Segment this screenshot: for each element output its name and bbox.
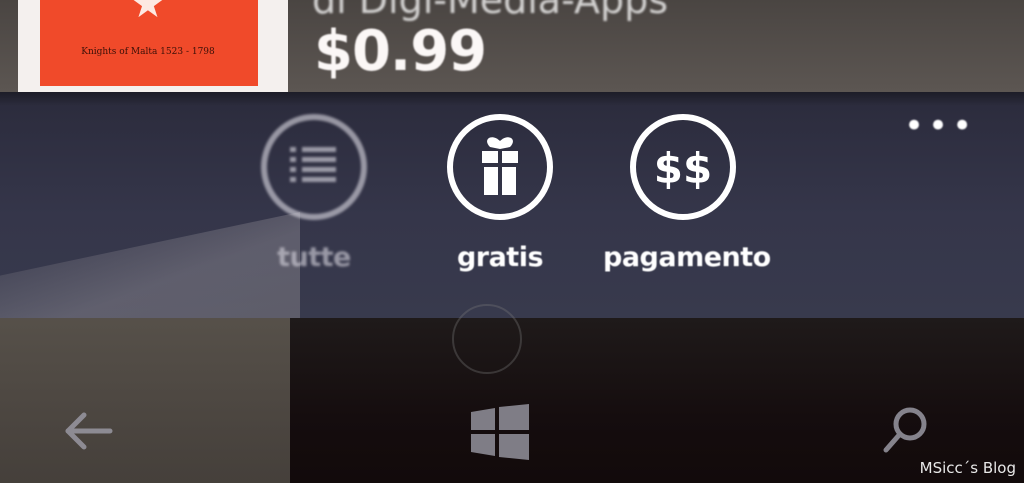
back-button[interactable]	[56, 406, 120, 456]
app-price: $0.99	[314, 19, 487, 84]
app-bar-shadow	[0, 92, 1024, 106]
filter-all-button[interactable]: tutte	[234, 114, 394, 284]
list-icon	[261, 114, 367, 220]
filter-free-button[interactable]: gratis	[420, 114, 580, 284]
camera-lens	[452, 304, 522, 374]
filter-paid-button[interactable]: $$ pagamento	[603, 114, 771, 284]
filter-free-label: gratis	[456, 242, 544, 273]
back-arrow-icon	[65, 412, 113, 450]
more-options-button[interactable]: •••	[904, 109, 972, 143]
search-icon	[883, 407, 927, 453]
hardware-button-area	[0, 304, 1024, 483]
app-thumbnail-caption: Knights of Malta 1523 - 1798	[81, 47, 215, 57]
app-list-item[interactable]: ★ Knights of Malta 1523 - 1798 di Digi-M…	[0, 0, 1024, 92]
filter-all-label: tutte	[277, 242, 351, 273]
app-thumbnail: ★ Knights of Malta 1523 - 1798	[18, 0, 288, 92]
filter-paid-label: pagamento	[603, 242, 771, 273]
gift-icon	[447, 114, 553, 220]
search-button[interactable]	[872, 402, 940, 458]
dollar-icon: $$	[630, 114, 736, 220]
blog-watermark: MSicc´s Blog	[919, 459, 1016, 477]
star-icon: ★	[130, 0, 166, 27]
windows-logo-icon	[471, 404, 529, 460]
start-button[interactable]	[462, 400, 538, 464]
svg-text:$$: $$	[654, 144, 712, 193]
app-bar: tutte gratis $$ pagamento •••	[0, 92, 1024, 318]
lower-glare	[0, 318, 290, 483]
